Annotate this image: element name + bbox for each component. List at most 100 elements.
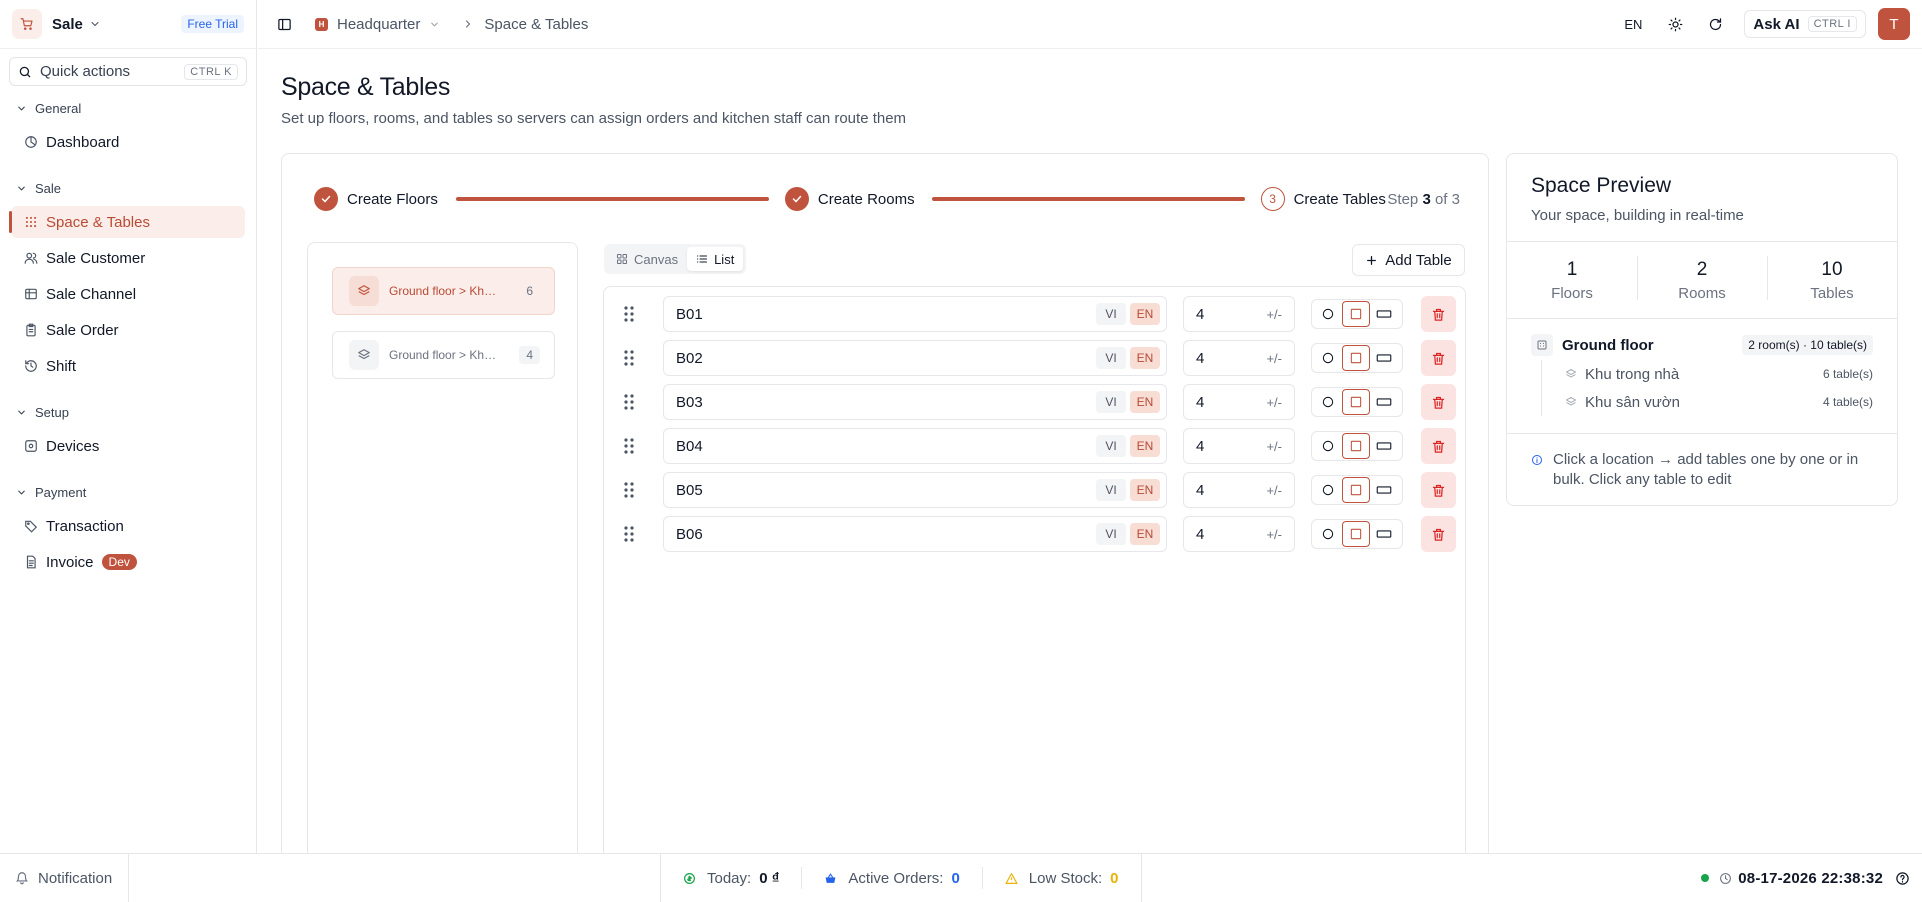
lang-en-tab[interactable]: EN (1130, 391, 1160, 413)
lang-en-tab[interactable]: EN (1130, 303, 1160, 325)
sidebar-item-label: Sale Customer (46, 249, 146, 267)
drag-handle-icon[interactable] (622, 349, 636, 367)
trash-icon[interactable] (1421, 296, 1456, 332)
chevron-down-icon (16, 183, 27, 194)
location-item[interactable]: Ground floor > Khu trong nhà 6 (332, 267, 555, 315)
seats-stepper[interactable]: 4 +/- (1183, 516, 1295, 552)
seats-stepper[interactable]: 4 +/- (1183, 296, 1295, 332)
trash-icon[interactable] (1421, 340, 1456, 376)
drag-handle-icon[interactable] (622, 481, 636, 499)
quick-actions-search[interactable]: Quick actions CTRL K (9, 57, 247, 86)
circle-shape-icon[interactable] (1314, 389, 1342, 415)
sidebar-item-transaction[interactable]: Transaction (11, 510, 245, 542)
sidebar-toggle-icon[interactable] (273, 13, 295, 35)
user-avatar[interactable]: T (1878, 8, 1910, 40)
table-name-input[interactable]: B01 VI EN (663, 296, 1167, 332)
lang-vi-tab[interactable]: VI (1096, 435, 1126, 457)
trash-icon[interactable] (1421, 428, 1456, 464)
square-shape-icon[interactable] (1342, 521, 1370, 547)
sidebar-item-sale-customer[interactable]: Sale Customer (11, 242, 245, 274)
step-create-rooms[interactable]: Create Rooms (818, 191, 915, 208)
seats-stepper[interactable]: 4 +/- (1183, 472, 1295, 508)
dev-badge: Dev (101, 554, 137, 570)
sidebar-group-setup[interactable]: Setup (0, 402, 256, 422)
square-shape-icon[interactable] (1342, 345, 1370, 371)
sidebar-item-space-tables[interactable]: Space & Tables (9, 206, 245, 238)
stat-label: Rooms (1678, 284, 1726, 302)
lang-en-tab[interactable]: EN (1130, 479, 1160, 501)
drag-handle-icon[interactable] (622, 525, 636, 543)
add-table-button[interactable]: Add Table (1352, 244, 1465, 276)
lang-vi-tab[interactable]: VI (1096, 479, 1126, 501)
rectangle-shape-icon[interactable] (1370, 477, 1398, 503)
lang-vi-tab[interactable]: VI (1096, 523, 1126, 545)
square-shape-icon[interactable] (1342, 389, 1370, 415)
step-create-floors[interactable]: Create Floors (347, 191, 438, 208)
table-name-input[interactable]: B05 VI EN (663, 472, 1167, 508)
circle-shape-icon[interactable] (1314, 301, 1342, 327)
lang-en-tab[interactable]: EN (1130, 435, 1160, 457)
sidebar-item-shift[interactable]: Shift (11, 350, 245, 382)
location-item[interactable]: Ground floor > Khu sân vườn 4 (332, 331, 555, 379)
sidebar-item-label: Transaction (46, 517, 124, 535)
circle-shape-icon[interactable] (1314, 477, 1342, 503)
refresh-icon[interactable] (1704, 13, 1726, 35)
sidebar-item-invoice[interactable]: Invoice Dev (11, 546, 245, 578)
square-shape-icon[interactable] (1342, 477, 1370, 503)
grid-dots-icon (24, 215, 38, 229)
sidebar-item-sale-channel[interactable]: Sale Channel (11, 278, 245, 310)
table-name-value: B01 (676, 305, 703, 323)
app-switcher[interactable]: Sale Free Trial (0, 0, 256, 49)
lang-en-tab[interactable]: EN (1130, 347, 1160, 369)
ask-ai-button[interactable]: Ask AI CTRL I (1744, 10, 1866, 38)
sidebar-group-general[interactable]: General (0, 98, 256, 118)
breadcrumb-org-switcher[interactable]: H Headquarter (315, 16, 440, 33)
seats-adjust-button[interactable]: +/- (1266, 439, 1282, 454)
square-shape-icon[interactable] (1342, 301, 1370, 327)
drag-handle-icon[interactable] (622, 393, 636, 411)
drag-handle-icon[interactable] (622, 437, 636, 455)
trash-icon[interactable] (1421, 384, 1456, 420)
help-icon[interactable] (1895, 871, 1910, 886)
circle-shape-icon[interactable] (1314, 521, 1342, 547)
seats-stepper[interactable]: 4 +/- (1183, 428, 1295, 464)
rectangle-shape-icon[interactable] (1370, 389, 1398, 415)
language-switcher[interactable]: EN (1624, 17, 1642, 32)
lang-en-tab[interactable]: EN (1130, 523, 1160, 545)
sidebar-group-payment[interactable]: Payment (0, 482, 256, 502)
square-shape-icon[interactable] (1342, 433, 1370, 459)
trash-icon[interactable] (1421, 516, 1456, 552)
theme-sun-icon[interactable] (1664, 13, 1686, 35)
free-trial-badge[interactable]: Free Trial (181, 15, 244, 33)
drag-handle-icon[interactable] (622, 305, 636, 323)
sidebar-item-dashboard[interactable]: Dashboard (11, 126, 245, 158)
circle-shape-icon[interactable] (1314, 433, 1342, 459)
seats-stepper[interactable]: 4 +/- (1183, 340, 1295, 376)
step-create-tables[interactable]: Create Tables (1294, 191, 1386, 208)
rectangle-shape-icon[interactable] (1370, 521, 1398, 547)
lang-vi-tab[interactable]: VI (1096, 303, 1126, 325)
lang-vi-tab[interactable]: VI (1096, 391, 1126, 413)
canvas-view-tab[interactable]: Canvas (607, 247, 687, 271)
seats-adjust-button[interactable]: +/- (1266, 307, 1282, 322)
rectangle-shape-icon[interactable] (1370, 433, 1398, 459)
seats-adjust-button[interactable]: +/- (1266, 527, 1282, 542)
table-name-input[interactable]: B02 VI EN (663, 340, 1167, 376)
seats-adjust-button[interactable]: +/- (1266, 395, 1282, 410)
list-view-tab[interactable]: List (687, 247, 744, 271)
sidebar-group-sale[interactable]: Sale (0, 178, 256, 198)
table-name-input[interactable]: B04 VI EN (663, 428, 1167, 464)
circle-shape-icon[interactable] (1314, 345, 1342, 371)
sidebar-item-sale-order[interactable]: Sale Order (11, 314, 245, 346)
seats-adjust-button[interactable]: +/- (1266, 483, 1282, 498)
lang-vi-tab[interactable]: VI (1096, 347, 1126, 369)
table-name-input[interactable]: B06 VI EN (663, 516, 1167, 552)
trash-icon[interactable] (1421, 472, 1456, 508)
sidebar-item-devices[interactable]: Devices (11, 430, 245, 462)
table-name-input[interactable]: B03 VI EN (663, 384, 1167, 420)
rectangle-shape-icon[interactable] (1370, 301, 1398, 327)
seats-adjust-button[interactable]: +/- (1266, 351, 1282, 366)
rectangle-shape-icon[interactable] (1370, 345, 1398, 371)
seats-stepper[interactable]: 4 +/- (1183, 384, 1295, 420)
notification-button[interactable]: Notification (0, 854, 129, 902)
